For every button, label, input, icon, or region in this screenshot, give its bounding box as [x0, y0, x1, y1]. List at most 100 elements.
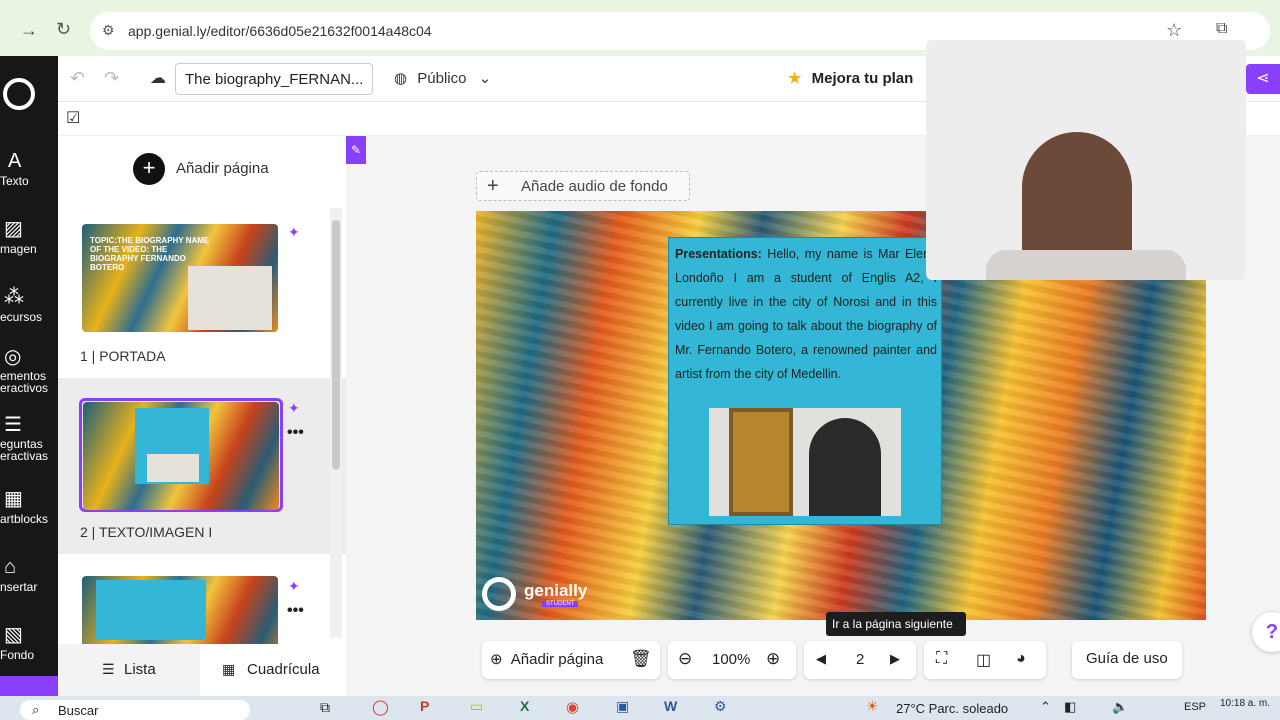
- magic-wand-icon[interactable]: ✦: [288, 578, 300, 595]
- redo-icon[interactable]: ↷: [104, 68, 119, 89]
- windows-taskbar: ⌕ Buscar ⧉ ◯ P ▭ X ◉ ▣ W ⚙ ☀ 27°C Parc. …: [0, 696, 1280, 720]
- magic-wand-icon[interactable]: ✦: [288, 400, 300, 417]
- settings-icon[interactable]: ⚙: [714, 698, 727, 715]
- page-nav-group: ◀ 2 ▶: [804, 641, 916, 679]
- view-toggle: ☰ Lista ▦ Cuadrícula: [58, 644, 346, 696]
- thumbnail-image: [188, 266, 272, 330]
- checklist-icon[interactable]: ☑: [66, 108, 80, 128]
- thumbnail-textbox: [96, 580, 206, 640]
- toolbar-item-insert[interactable]: ⌂ nsertar: [0, 556, 58, 594]
- taskbar-search[interactable]: ⌕ Buscar: [20, 700, 250, 720]
- app-icon[interactable]: ▣: [616, 698, 629, 715]
- upgrade-strip[interactable]: [0, 676, 58, 696]
- opera-icon[interactable]: ◯: [372, 698, 389, 716]
- grid-icon: ▦: [222, 661, 236, 677]
- add-page-label[interactable]: Añadir página: [176, 160, 269, 177]
- page-label: 2 | TEXTO/IMAGEN I: [80, 524, 213, 540]
- network-icon[interactable]: ◧: [1064, 699, 1076, 715]
- zoom-out-icon[interactable]: ⊖: [678, 649, 692, 669]
- view-tools-group: ⛶ ◫ ◕: [924, 641, 1046, 679]
- toolbar-item-interactive[interactable]: ◎ ementos eractivos: [0, 346, 58, 394]
- zoom-level: 100%: [712, 651, 751, 668]
- word-icon[interactable]: W: [664, 698, 677, 714]
- toolbar-item-questions[interactable]: ☰ eguntas eractivas: [0, 414, 58, 462]
- add-audio-button[interactable]: + Añade audio de fondo: [476, 171, 690, 201]
- forward-icon[interactable]: →: [20, 20, 38, 41]
- interactive-icon: ◎: [4, 346, 22, 368]
- text-icon: A: [8, 150, 22, 172]
- reload-icon[interactable]: ↻: [56, 19, 71, 40]
- visibility-dropdown[interactable]: ◍ Público ⌄: [394, 69, 491, 87]
- image-icon: ▨: [4, 218, 23, 240]
- site-settings-icon[interactable]: ⚙: [102, 22, 115, 39]
- usage-guide-button[interactable]: Guía de uso: [1072, 641, 1182, 679]
- page-thumbnail[interactable]: [82, 576, 278, 644]
- folder-icon[interactable]: ▭: [470, 698, 483, 715]
- smartblocks-icon: ▦: [4, 488, 23, 510]
- title-input[interactable]: The biography_FERNAN...: [175, 63, 373, 95]
- scrollbar-thumb[interactable]: [332, 220, 340, 470]
- share-button[interactable]: ⋖: [1246, 64, 1280, 94]
- powerpoint-icon[interactable]: P: [420, 698, 429, 714]
- search-icon: ⌕: [32, 702, 40, 717]
- questions-icon: ☰: [4, 414, 22, 436]
- toolbar-item-background[interactable]: ▧ Fondo: [0, 624, 58, 662]
- page-item-2[interactable]: ✦ ••• 2 | TEXTO/IMAGEN I: [58, 378, 346, 554]
- extensions-icon[interactable]: ⧉: [1216, 20, 1227, 38]
- next-page-tooltip: Ir a la página siguiente: [826, 612, 966, 636]
- task-view-icon[interactable]: ⧉: [320, 699, 330, 716]
- webcam-overlay: [926, 40, 1246, 280]
- genially-watermark: genially STUDENT: [482, 575, 602, 615]
- bottom-add-page-button[interactable]: ⊕ Añadir página: [490, 650, 603, 668]
- toolbar-item-smartblocks[interactable]: ▦ artblocks: [0, 488, 58, 526]
- plus-icon: +: [487, 175, 499, 197]
- pages-panel: + Añadir página TOPIC:THE BIOGRAPHY NAME…: [58, 136, 346, 696]
- panel-scrollbar[interactable]: [330, 208, 342, 638]
- magic-wand-icon[interactable]: ✦: [288, 224, 300, 241]
- toolbar-item-text[interactable]: A Texto: [0, 150, 58, 188]
- webcam-shoulders: [986, 250, 1186, 280]
- next-page-icon[interactable]: ▶: [890, 651, 900, 667]
- add-page-row: + Añadir página: [58, 136, 346, 204]
- chrome-icon[interactable]: ◉: [566, 698, 579, 716]
- insert-icon: ⌂: [4, 556, 17, 578]
- trash-icon[interactable]: 🗑: [630, 649, 652, 669]
- zoom-in-icon[interactable]: ⊕: [766, 649, 780, 669]
- undo-icon[interactable]: ↶: [70, 68, 85, 89]
- toolbar-item-image[interactable]: ▨ magen: [0, 218, 58, 256]
- previous-page-icon[interactable]: ◀: [816, 651, 826, 667]
- portrait-figure: [809, 418, 881, 516]
- list-view-button[interactable]: ☰ Lista: [58, 644, 200, 696]
- volume-icon[interactable]: 🔈: [1112, 699, 1128, 715]
- excel-icon[interactable]: X: [520, 698, 529, 714]
- grid-view-button[interactable]: ▦ Cuadrícula: [202, 644, 346, 696]
- share-icon: ⋖: [1256, 70, 1270, 87]
- tray-chevron-icon[interactable]: ⌃: [1040, 699, 1051, 715]
- weather-icon: ☀: [866, 698, 879, 714]
- left-toolbar: A Texto ▨ magen ⁂ ecursos ◎ ementos erac…: [0, 56, 58, 696]
- add-page-icon[interactable]: +: [133, 153, 165, 185]
- painting-frame: [729, 408, 793, 516]
- genially-logo-icon[interactable]: [3, 78, 35, 110]
- more-options-icon[interactable]: •••: [287, 602, 304, 620]
- page-label: 1 | PORTADA: [80, 348, 166, 364]
- thumbnail-image: [147, 454, 199, 482]
- page-item-3[interactable]: ✦ •••: [58, 554, 346, 644]
- cloud-saved-icon: ☁: [150, 70, 166, 87]
- star-icon[interactable]: ☆: [1166, 20, 1182, 41]
- pin-icon[interactable]: ✎: [346, 136, 366, 164]
- upgrade-plan-button[interactable]: ★ Mejora tu plan: [788, 69, 913, 87]
- theme-icon[interactable]: ◕: [1016, 650, 1026, 668]
- zoom-group: ⊖ 100% ⊕: [668, 641, 796, 679]
- page-thumbnail[interactable]: [83, 402, 279, 510]
- more-options-icon[interactable]: •••: [287, 424, 304, 442]
- background-icon: ▧: [4, 624, 23, 646]
- botero-photo[interactable]: [709, 408, 901, 516]
- page-thumbnail[interactable]: TOPIC:THE BIOGRAPHY NAME OF THE VIDEO: T…: [82, 224, 278, 332]
- fit-screen-icon[interactable]: ⛶: [936, 650, 947, 668]
- split-view-icon[interactable]: ◫: [976, 650, 991, 670]
- toolbar-item-resources[interactable]: ⁂ ecursos: [0, 286, 58, 324]
- bottom-add-page-group: ⊕ Añadir página 🗑: [482, 641, 660, 679]
- page-item-1[interactable]: TOPIC:THE BIOGRAPHY NAME OF THE VIDEO: T…: [58, 204, 346, 378]
- list-icon: ☰: [102, 661, 115, 677]
